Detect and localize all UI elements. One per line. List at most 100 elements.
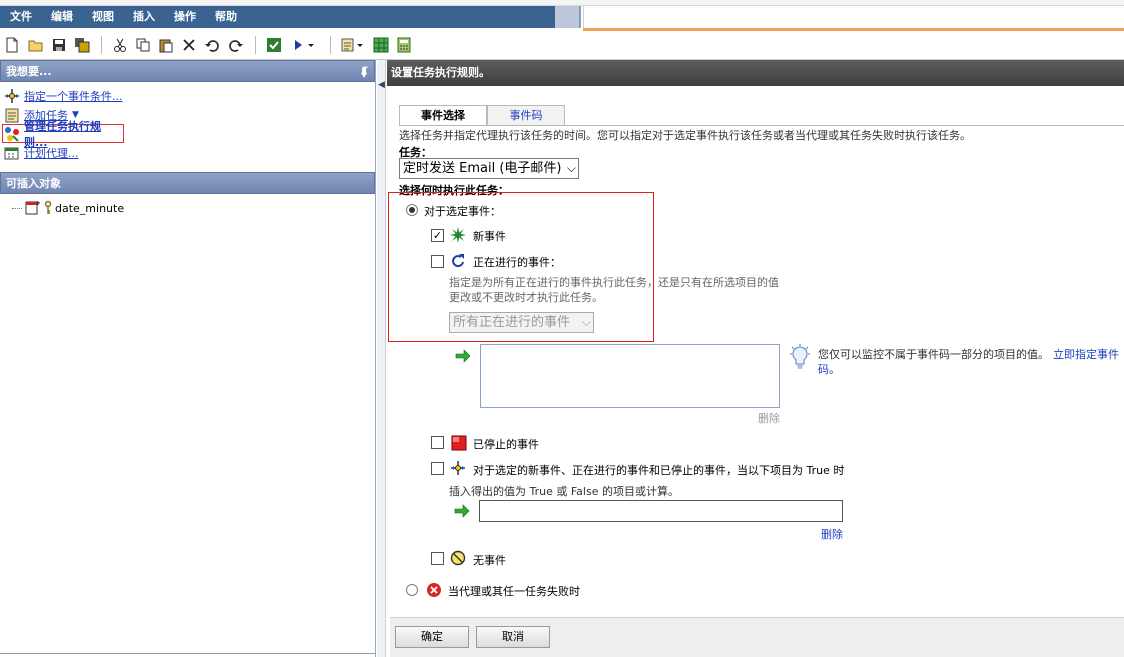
- left-panel-bottom-tabs: [0, 653, 376, 657]
- chevron-down-icon: ⌵: [581, 315, 591, 329]
- check-icon[interactable]: [266, 37, 282, 53]
- stopped-red-square-icon: [451, 435, 467, 451]
- delete-icon[interactable]: [181, 37, 197, 53]
- on-failure-label: 当代理或其任一任务失败时: [448, 585, 580, 598]
- save-all-icon[interactable]: [74, 37, 90, 53]
- panel-splitter[interactable]: ◀: [377, 60, 386, 657]
- new-events-label: 新事件: [473, 230, 506, 243]
- event-condition-icon: [4, 88, 20, 104]
- new-document-icon[interactable]: [4, 37, 20, 53]
- toolbar-separator: [101, 36, 102, 54]
- no-events-checkbox[interactable]: [431, 552, 444, 565]
- menu-edit[interactable]: 编辑: [41, 6, 82, 28]
- ongoing-hint-line-2: 更改或不更改时才执行此任务。: [449, 291, 603, 304]
- calendar-item-icon: [25, 200, 41, 216]
- description-text: 选择任务并指定代理执行该任务的时间。您可以指定对于选定事件执行该任务或者当代理或…: [399, 129, 971, 142]
- tree-item-date-minute[interactable]: date_minute: [0, 194, 375, 216]
- menu-help[interactable]: 帮助: [205, 6, 246, 28]
- toolbar: [0, 31, 1124, 60]
- no-events-label: 无事件: [473, 554, 506, 567]
- ongoing-events-select[interactable]: 所有正在进行的事件 ⌵: [449, 312, 594, 333]
- grid-green-icon[interactable]: [373, 37, 389, 53]
- collapse-left-arrow-icon[interactable]: ◀: [378, 80, 385, 90]
- task-label[interactable]: 指定一个事件条件...: [24, 88, 123, 104]
- copy-icon[interactable]: [135, 37, 151, 53]
- ongoing-events-label: 正在进行的事件：: [473, 256, 561, 269]
- chevron-down-icon: ⌵: [566, 161, 576, 175]
- for-selected-events-label: 对于选定事件：: [424, 205, 501, 218]
- condition-input[interactable]: [479, 500, 843, 522]
- new-event-starburst-icon: [450, 227, 466, 243]
- event-condition-icon: [450, 460, 466, 476]
- stopped-events-checkbox[interactable]: [431, 436, 444, 449]
- dialog-footer: 确定 取消: [390, 617, 1124, 657]
- cut-icon[interactable]: [112, 37, 128, 53]
- task-specify-event-condition[interactable]: 指定一个事件条件...: [4, 86, 375, 105]
- condition-checkbox[interactable]: [431, 462, 444, 475]
- right-panel: 设置任务执行规则。 事件选择 事件码 选择任务并指定代理执行该任务的时间。您可以…: [387, 60, 1124, 657]
- tasks-panel-header[interactable]: 我想要... ⮮: [0, 60, 375, 82]
- menu-file[interactable]: 文件: [0, 6, 41, 28]
- collapse-chevron-icon[interactable]: ⮮: [361, 61, 368, 83]
- left-panel: 我想要... ⮮ 指定一个事件条件... 添加任务 ▼ 管理任务执行规则...: [0, 60, 376, 657]
- tasks-panel-title: 我想要...: [6, 65, 52, 78]
- lightbulb-icon: [788, 344, 812, 374]
- save-icon[interactable]: [51, 37, 67, 53]
- no-symbol-icon: [450, 550, 466, 566]
- toolbar-separator: [330, 36, 331, 54]
- undo-icon[interactable]: [204, 37, 220, 53]
- specify-event-code-link[interactable]: 立即指定事件: [1053, 346, 1119, 362]
- condition-label: 对于选定的新事件、正在进行的事件和已停止的事件，当以下项目为 True 时: [473, 464, 845, 477]
- for-selected-events-radio[interactable]: [406, 204, 418, 216]
- run-dropdown-icon[interactable]: [306, 37, 316, 53]
- green-arrow-icon: [455, 348, 471, 364]
- ok-button[interactable]: 确定: [395, 626, 469, 648]
- tab-underline: [399, 125, 1124, 126]
- delete-link-1[interactable]: 删除: [758, 410, 780, 426]
- tab-event-code[interactable]: 事件码: [487, 105, 565, 125]
- condition-hint: 插入得出的值为 True 或 False 的项目或计算。: [449, 485, 679, 498]
- schedule-icon: [4, 145, 20, 161]
- refresh-icon: [450, 253, 466, 269]
- run-icon[interactable]: [290, 37, 306, 53]
- right-panel-header: 设置任务执行规则。: [387, 60, 1124, 86]
- tab-event-selection[interactable]: 事件选择: [399, 105, 487, 126]
- properties-icon[interactable]: [340, 37, 356, 53]
- stopped-events-label: 已停止的事件: [473, 438, 539, 451]
- task-select[interactable]: 定时发送 Email (电子邮件) ⌵: [399, 158, 579, 179]
- toolbar-separator: [255, 36, 256, 54]
- task-select-value: 定时发送 Email (电子邮件): [403, 161, 562, 176]
- open-folder-icon[interactable]: [28, 37, 44, 53]
- green-arrow-icon: [454, 503, 470, 519]
- ongoing-hint-line-1: 指定是为所有正在进行的事件执行此任务，还是只有在所选项目的值: [449, 276, 779, 289]
- menu-grip: [555, 6, 581, 28]
- menu-insert[interactable]: 插入: [123, 6, 164, 28]
- calculator-icon[interactable]: [396, 37, 412, 53]
- monitor-hint-text: 您仅可以监控不属于事件码一部分的项目的值。: [818, 348, 1049, 361]
- menu-view[interactable]: 视图: [82, 6, 123, 28]
- add-task-icon: [4, 107, 20, 123]
- redo-icon[interactable]: [228, 37, 244, 53]
- tree-item-label: date_minute: [55, 201, 125, 215]
- ongoing-events-checkbox[interactable]: [431, 255, 444, 268]
- cancel-button[interactable]: 取消: [476, 626, 550, 648]
- menu-actions[interactable]: 操作: [164, 6, 205, 28]
- ongoing-select-value: 所有正在进行的事件: [453, 315, 571, 330]
- tree-connector: [12, 207, 22, 209]
- task-manage-execution-rules[interactable]: 管理任务执行规则...: [2, 120, 124, 149]
- task-label[interactable]: 计划代理...: [24, 145, 79, 161]
- error-icon: [426, 582, 442, 598]
- insertables-panel-header[interactable]: 可插入对象: [0, 172, 375, 194]
- key-icon: [44, 200, 52, 216]
- task-schedule-agent[interactable]: 计划代理...: [4, 143, 375, 162]
- manage-rules-icon: [4, 126, 20, 142]
- delete-link-2[interactable]: 删除: [821, 526, 843, 542]
- paste-icon[interactable]: [158, 37, 174, 53]
- new-events-checkbox[interactable]: ✓: [431, 229, 444, 242]
- properties-dropdown-icon[interactable]: [355, 37, 365, 53]
- monitor-values-textarea[interactable]: [480, 344, 780, 408]
- specify-event-code-link-cont[interactable]: 码。: [818, 361, 840, 377]
- top-address-area: [583, 6, 1124, 28]
- on-failure-radio[interactable]: [406, 584, 418, 596]
- menu-bar: 文件 编辑 视图 插入 操作 帮助: [0, 6, 555, 28]
